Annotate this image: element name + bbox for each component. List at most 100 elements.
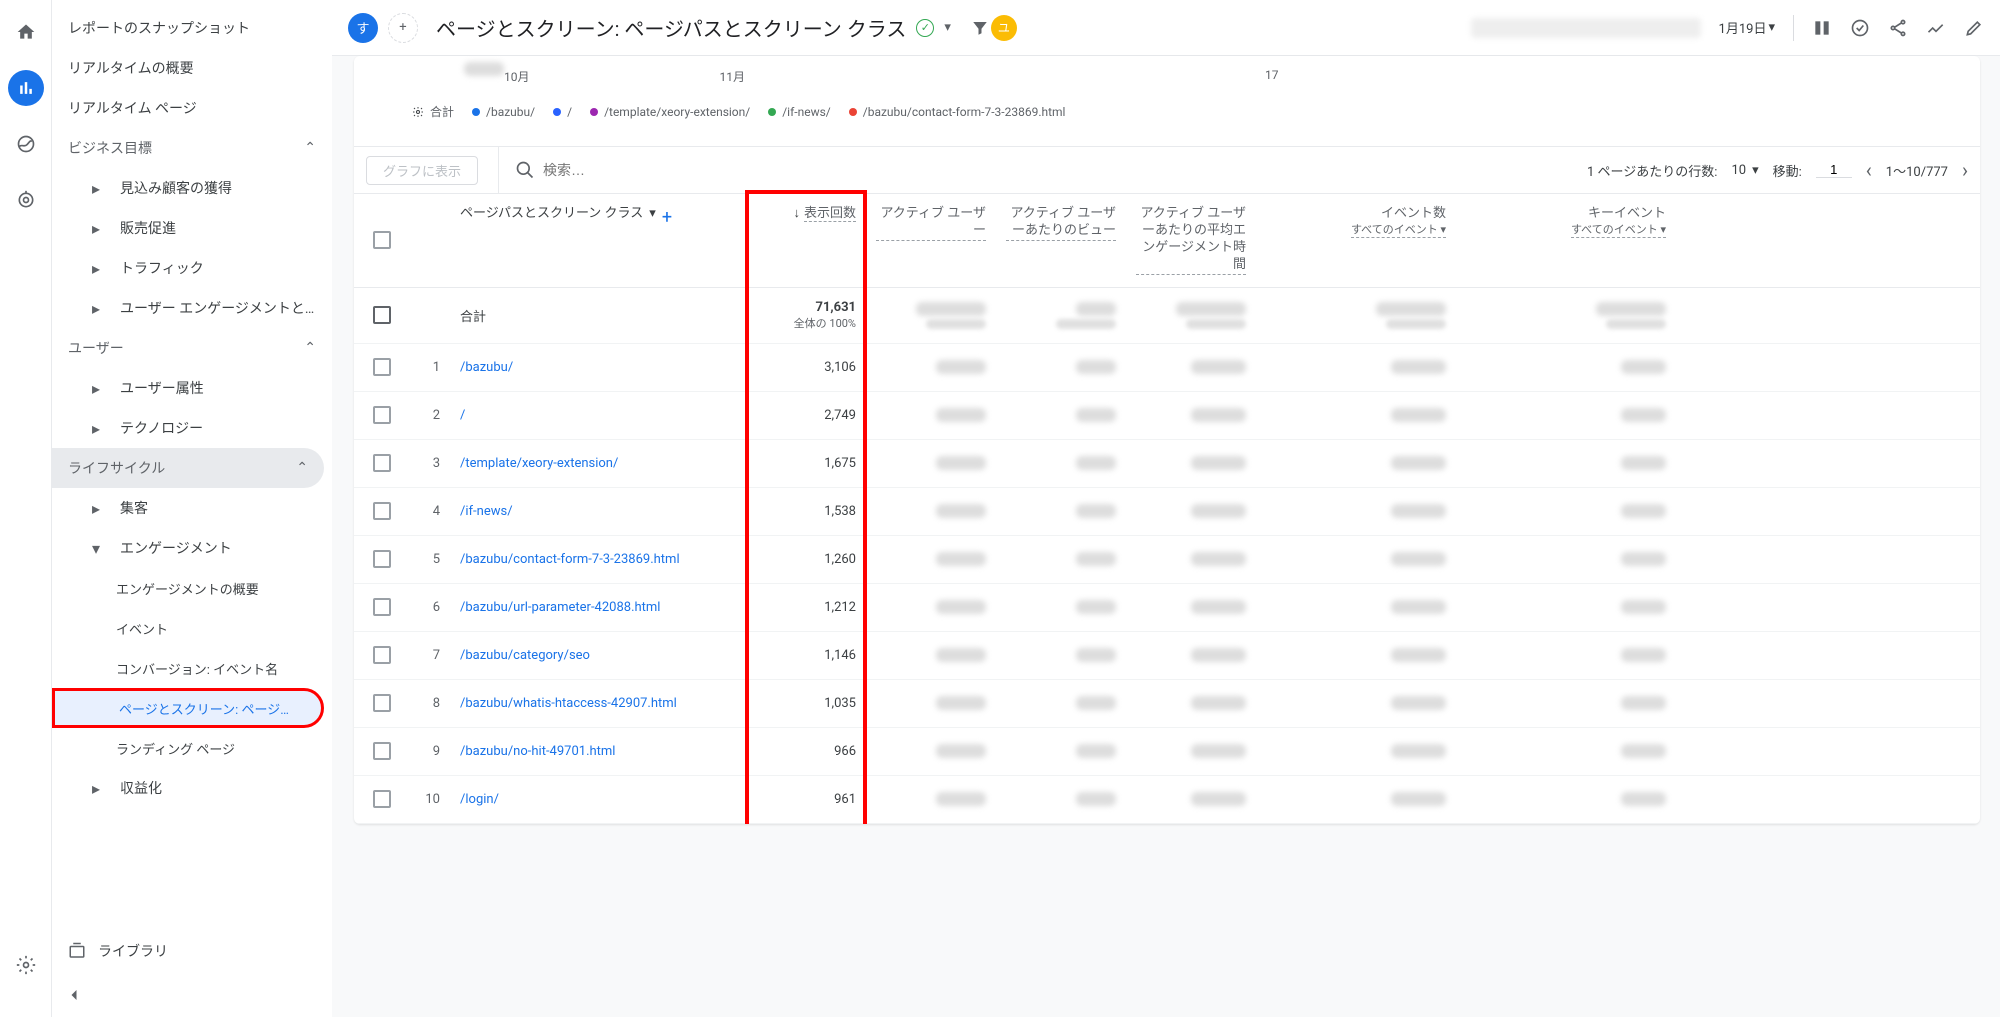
sidebar-realtime-summary[interactable]: リアルタイムの概要 (52, 48, 332, 88)
blurred-value (1076, 504, 1116, 518)
trend-icon[interactable] (1926, 18, 1946, 38)
table-row: 6 /bazubu/url-parameter-42088.html 1,212 (354, 584, 1980, 632)
user-avatar[interactable]: ユ (991, 15, 1017, 41)
row-path-link[interactable]: / (450, 400, 746, 431)
totals-label: 合計 (450, 298, 746, 333)
home-icon[interactable] (8, 14, 44, 50)
label: ランディング ページ (116, 739, 235, 758)
row-path-link[interactable]: /bazubu/ (450, 352, 746, 383)
column-views-per-user[interactable]: アクティブ ユーザーあたりのビュー (996, 194, 1126, 287)
sidebar-user-attr[interactable]: ▸ユーザー属性 (52, 368, 332, 408)
rows-per-page-select[interactable]: 10▾ (1731, 163, 1758, 178)
row-checkbox[interactable] (373, 358, 391, 376)
row-path-link[interactable]: /bazubu/url-parameter-42088.html (450, 592, 746, 623)
add-dimension-button[interactable]: + (662, 206, 672, 229)
legend-item[interactable]: /if-news/ (768, 105, 831, 119)
row-path-link[interactable]: /bazubu/whatis-htaccess-42907.html (450, 688, 746, 719)
insights-icon[interactable] (1850, 18, 1870, 38)
prev-page-button[interactable]: ‹ (1866, 158, 1872, 182)
blurred-value (1191, 456, 1246, 470)
blurred-value (936, 504, 986, 518)
row-checkbox[interactable] (373, 550, 391, 568)
share-icon[interactable] (1888, 18, 1908, 38)
caret-icon: ▸ (92, 179, 108, 198)
blurred-value (1191, 408, 1246, 422)
sidebar-section-user[interactable]: ユーザー⌃ (52, 328, 332, 368)
filter-icon[interactable] (971, 19, 989, 37)
advertising-icon[interactable] (8, 182, 44, 218)
row-path-link[interactable]: /if-news/ (450, 496, 746, 527)
row-checkbox[interactable] (373, 742, 391, 760)
column-views[interactable]: ↓表示回数 (746, 194, 866, 287)
sidebar-user-engagement[interactable]: ▸ユーザー エンゲージメントと… (52, 288, 332, 328)
sidebar-sales[interactable]: ▸販売促進 (52, 208, 332, 248)
row-checkbox[interactable] (373, 694, 391, 712)
row-path-link[interactable]: /bazubu/contact-form-7-3-23869.html (450, 544, 746, 575)
row-checkbox[interactable] (373, 306, 391, 324)
explore-icon[interactable] (8, 126, 44, 162)
column-avg-engagement[interactable]: アクティブ ユーザーあたりの平均エンゲージメント時間 (1126, 194, 1256, 287)
sidebar-events[interactable]: イベント (52, 608, 332, 648)
sidebar-landing-pages[interactable]: ランディング ページ (52, 728, 332, 768)
sidebar-engagement[interactable]: ▾エンゲージメント (52, 528, 332, 568)
status-dropdown-icon[interactable]: ▾ (944, 20, 951, 35)
column-key-events[interactable]: キーイベント すべてのイベント ▾ (1456, 194, 1676, 287)
blurred-value (1391, 504, 1446, 518)
search-input[interactable] (543, 162, 843, 178)
row-checkbox[interactable] (373, 454, 391, 472)
sidebar-technology[interactable]: ▸テクノロジー (52, 408, 332, 448)
sidebar-leads[interactable]: ▸見込み顧客の獲得 (52, 168, 332, 208)
table-row: 9 /bazubu/no-hit-49701.html 966 (354, 728, 1980, 776)
date-range-picker[interactable]: 1月19日▾ (1719, 18, 1775, 37)
row-views: 1,146 (746, 640, 866, 671)
compare-icon[interactable] (1812, 18, 1832, 38)
edit-icon[interactable] (1964, 18, 1984, 38)
settings-cog-icon[interactable] (8, 947, 44, 983)
blurred-value (936, 456, 986, 470)
sidebar-section-business[interactable]: ビジネス目標⌃ (52, 128, 332, 168)
row-checkbox[interactable] (373, 790, 391, 808)
sidebar-library[interactable]: ライブラリ (52, 929, 332, 973)
row-path-link[interactable]: /template/xeory-extension/ (450, 448, 746, 479)
next-page-button[interactable]: › (1962, 158, 1968, 182)
reports-icon[interactable] (8, 70, 44, 106)
row-checkbox[interactable] (373, 502, 391, 520)
sidebar-pages-screens[interactable]: ページとスクリーン: ページ… (52, 688, 324, 728)
status-check-icon[interactable]: ✓ (916, 19, 934, 37)
segment-chip[interactable]: す (348, 13, 378, 43)
table-row: 2 / 2,749 (354, 392, 1980, 440)
row-views: 1,675 (746, 448, 866, 479)
label: ライフサイクル (68, 458, 165, 478)
collapse-sidebar-button[interactable] (52, 973, 332, 1017)
select-all-checkbox[interactable] (373, 231, 391, 249)
add-segment-button[interactable]: + (388, 13, 418, 43)
blurred-value (1076, 696, 1116, 710)
sidebar-monetization[interactable]: ▸収益化 (52, 768, 332, 808)
column-event-count[interactable]: イベント数 すべてのイベント ▾ (1256, 194, 1456, 287)
sidebar-conversions[interactable]: コンバージョン: イベント名 (52, 648, 332, 688)
sidebar-section-lifecycle[interactable]: ライフサイクル⌃ (52, 448, 324, 488)
sidebar-realtime-pages[interactable]: リアルタイム ページ (52, 88, 332, 128)
sidebar-engagement-overview[interactable]: エンゲージメントの概要 (52, 568, 332, 608)
legend-item[interactable]: /bazubu/ (472, 105, 535, 119)
column-dimension[interactable]: ページパスとスクリーン クラス ▾ + (450, 194, 746, 287)
column-active-users[interactable]: アクティブ ユーザー (866, 194, 996, 287)
legend-item[interactable]: /bazubu/contact-form-7-3-23869.html (849, 105, 1066, 119)
sidebar-snapshot[interactable]: レポートのスナップショット (52, 8, 332, 48)
label: 集客 (120, 498, 148, 518)
label: イベント (116, 619, 168, 638)
row-checkbox[interactable] (373, 598, 391, 616)
plot-on-chart-button[interactable]: グラフに表示 (366, 156, 478, 185)
legend-total[interactable]: 合計 (412, 103, 454, 120)
blurred-value (1621, 600, 1666, 614)
row-path-link[interactable]: /bazubu/no-hit-49701.html (450, 736, 746, 767)
row-path-link[interactable]: /bazubu/category/seo (450, 640, 746, 671)
row-checkbox[interactable] (373, 406, 391, 424)
row-path-link[interactable]: /login/ (450, 784, 746, 815)
sidebar-acquisition[interactable]: ▸集客 (52, 488, 332, 528)
row-checkbox[interactable] (373, 646, 391, 664)
legend-item[interactable]: / (553, 105, 572, 119)
goto-input[interactable] (1816, 162, 1852, 178)
legend-item[interactable]: /template/xeory-extension/ (590, 105, 750, 119)
sidebar-traffic[interactable]: ▸トラフィック (52, 248, 332, 288)
